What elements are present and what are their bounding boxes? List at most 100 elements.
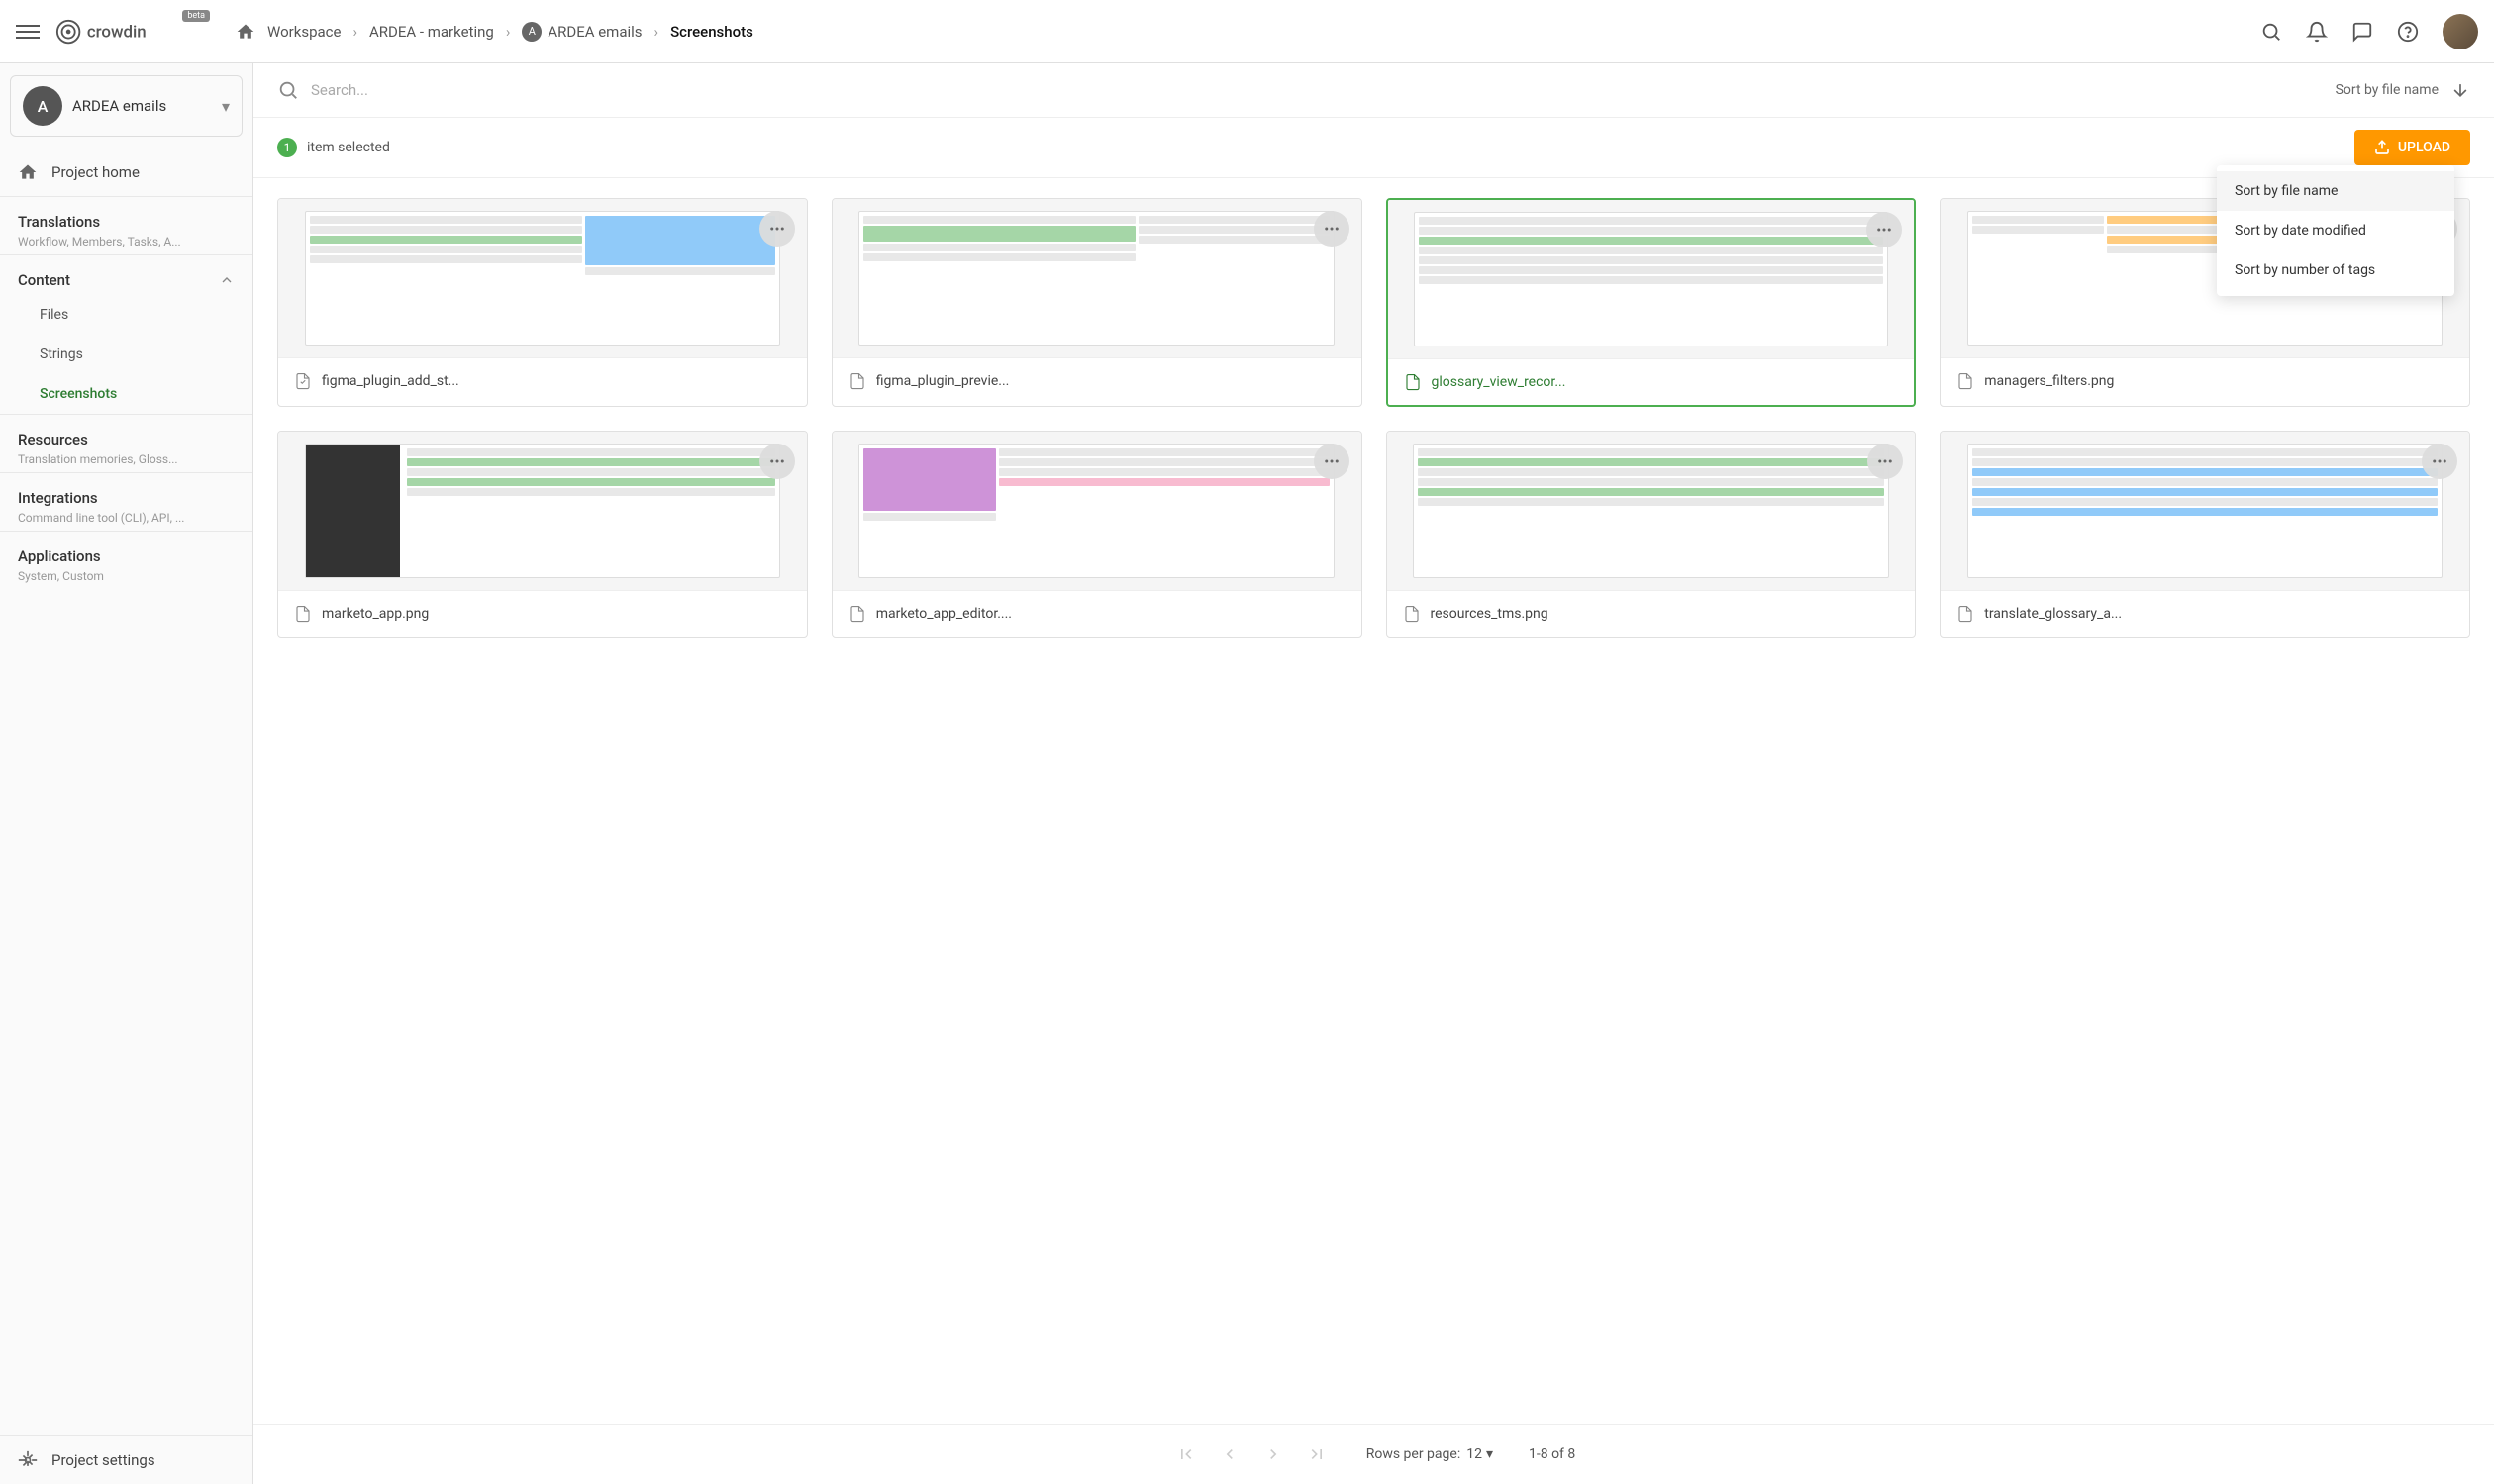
page-range: 1-8 of 8 bbox=[1529, 1446, 1575, 1462]
section-subtitle: Command line tool (CLI), API, ... bbox=[18, 511, 235, 525]
sort-direction-button[interactable] bbox=[2450, 80, 2470, 100]
screenshot-card[interactable]: resources_tms.png bbox=[1386, 431, 1917, 638]
help-icon[interactable] bbox=[2397, 21, 2419, 43]
card-more-button[interactable] bbox=[1866, 212, 1902, 247]
section-title: Integrations bbox=[18, 489, 98, 507]
image-file-icon bbox=[294, 605, 312, 623]
thumbnail bbox=[833, 199, 1361, 357]
rows-per-page-select[interactable]: 12 ▾ bbox=[1466, 1446, 1493, 1462]
user-avatar[interactable] bbox=[2443, 14, 2478, 49]
chevron-right-icon: › bbox=[506, 23, 511, 41]
card-more-button[interactable] bbox=[759, 444, 795, 479]
chevron-right-icon: › bbox=[352, 23, 357, 41]
card-more-button[interactable] bbox=[1314, 444, 1349, 479]
screenshot-card[interactable]: marketo_app_editor.... bbox=[832, 431, 1362, 638]
sidebar-item-home[interactable]: Project home bbox=[0, 148, 252, 196]
selection-label: item selected bbox=[307, 140, 390, 155]
sidebar-section-resources[interactable]: Resources Translation memories, Gloss... bbox=[0, 414, 252, 472]
main-content: Sort by file name 1 item selected UPLOAD… bbox=[253, 0, 2494, 1484]
thumbnail bbox=[1941, 432, 2469, 590]
image-file-icon bbox=[848, 372, 866, 390]
search-input[interactable] bbox=[311, 81, 2324, 99]
thumbnail bbox=[1387, 432, 1916, 590]
file-name: figma_plugin_add_st... bbox=[322, 373, 459, 389]
last-page-button[interactable] bbox=[1303, 1440, 1331, 1468]
next-page-button[interactable] bbox=[1259, 1440, 1287, 1468]
sidebar-section-content[interactable]: Content bbox=[0, 254, 252, 295]
sidebar-item-files[interactable]: Files bbox=[0, 295, 252, 335]
card-more-button[interactable] bbox=[2422, 444, 2457, 479]
section-title: Content bbox=[18, 271, 70, 289]
project-selector[interactable]: A ARDEA emails ▾ bbox=[10, 75, 243, 137]
svg-text:crowdin: crowdin bbox=[87, 22, 147, 42]
image-file-icon bbox=[1956, 372, 1974, 390]
top-header: crowdin beta Workspace › ARDEA - marketi… bbox=[0, 0, 2494, 63]
logo[interactable]: crowdin beta bbox=[55, 18, 204, 46]
file-name: glossary_view_recor... bbox=[1432, 374, 1566, 390]
sort-option-tags[interactable]: Sort by number of tags bbox=[2217, 250, 2454, 290]
section-title: Translations bbox=[18, 213, 100, 231]
breadcrumb-current: Screenshots bbox=[670, 23, 753, 41]
section-title: Resources bbox=[18, 431, 88, 448]
sidebar-item-screenshots[interactable]: Screenshots bbox=[0, 374, 252, 414]
file-name: managers_filters.png bbox=[1984, 373, 2114, 389]
search-icon[interactable] bbox=[2260, 21, 2282, 43]
screenshot-card[interactable]: figma_plugin_add_st... bbox=[277, 198, 808, 407]
screenshot-card[interactable]: figma_plugin_previe... bbox=[832, 198, 1362, 407]
section-title: Applications bbox=[18, 547, 101, 565]
caret-down-icon: ▾ bbox=[222, 97, 230, 116]
sort-button[interactable]: Sort by file name bbox=[2336, 82, 2439, 98]
first-page-button[interactable] bbox=[1172, 1440, 1200, 1468]
sidebar-section-applications[interactable]: Applications System, Custom bbox=[0, 531, 252, 589]
section-subtitle: System, Custom bbox=[18, 569, 235, 583]
breadcrumb-project[interactable]: ARDEA emails bbox=[548, 23, 642, 41]
sidebar-item-strings[interactable]: Strings bbox=[0, 335, 252, 374]
screenshot-card[interactable]: marketo_app.png bbox=[277, 431, 808, 638]
image-file-icon bbox=[294, 372, 312, 390]
thumbnail bbox=[278, 432, 807, 590]
rows-per-page-label: Rows per page: bbox=[1366, 1446, 1460, 1462]
upload-icon bbox=[2374, 140, 2390, 155]
upload-button[interactable]: UPLOAD bbox=[2354, 130, 2470, 165]
screenshot-card[interactable]: glossary_view_recor... bbox=[1386, 198, 1917, 407]
file-name: figma_plugin_previe... bbox=[876, 373, 1010, 389]
thumbnail bbox=[833, 432, 1361, 590]
thumbnail bbox=[278, 199, 807, 357]
card-more-button[interactable] bbox=[1867, 444, 1903, 479]
chevron-right-icon: › bbox=[654, 23, 659, 41]
prev-page-button[interactable] bbox=[1216, 1440, 1244, 1468]
breadcrumb-workspace[interactable]: Workspace bbox=[267, 23, 341, 41]
beta-badge: beta bbox=[182, 10, 210, 22]
card-more-button[interactable] bbox=[1314, 211, 1349, 247]
notifications-icon[interactable] bbox=[2306, 21, 2328, 43]
home-icon[interactable] bbox=[236, 22, 255, 42]
sidebar: A ARDEA emails ▾ Project home Translatio… bbox=[0, 0, 253, 1484]
pagination: Rows per page: 12 ▾ 1-8 of 8 bbox=[253, 1424, 2494, 1484]
menu-toggle-button[interactable] bbox=[16, 20, 40, 44]
file-name: marketo_app.png bbox=[322, 606, 429, 622]
upload-label: UPLOAD bbox=[2398, 140, 2450, 155]
screenshot-card[interactable]: translate_glossary_a... bbox=[1940, 431, 2470, 638]
crowdin-logo-icon: crowdin bbox=[55, 18, 204, 46]
sidebar-section-integrations[interactable]: Integrations Command line tool (CLI), AP… bbox=[0, 472, 252, 531]
sort-option-name[interactable]: Sort by file name bbox=[2217, 171, 2454, 211]
selection-bar: 1 item selected UPLOAD Sort by file name… bbox=[253, 118, 2494, 178]
project-badge: A bbox=[522, 22, 542, 42]
card-more-button[interactable] bbox=[759, 211, 795, 247]
sort-option-date[interactable]: Sort by date modified bbox=[2217, 211, 2454, 250]
caret-down-icon: ▾ bbox=[1486, 1446, 1493, 1462]
sidebar-section-translations[interactable]: Translations Workflow, Members, Tasks, A… bbox=[0, 196, 252, 254]
sidebar-item-label: Project home bbox=[51, 163, 140, 181]
breadcrumb: Workspace › ARDEA - marketing › A ARDEA … bbox=[236, 22, 753, 42]
file-name: translate_glossary_a... bbox=[1984, 606, 2122, 622]
section-subtitle: Translation memories, Gloss... bbox=[18, 452, 235, 466]
home-icon bbox=[18, 162, 38, 182]
search-icon bbox=[277, 79, 299, 101]
breadcrumb-project-group[interactable]: ARDEA - marketing bbox=[369, 23, 494, 41]
section-subtitle: Workflow, Members, Tasks, A... bbox=[18, 235, 235, 248]
messages-icon[interactable] bbox=[2351, 21, 2373, 43]
toolbar: Sort by file name bbox=[253, 63, 2494, 118]
image-file-icon bbox=[1403, 605, 1421, 623]
sort-dropdown: Sort by file name Sort by date modified … bbox=[2217, 165, 2454, 296]
sidebar-item-settings[interactable]: Project settings bbox=[0, 1435, 252, 1484]
